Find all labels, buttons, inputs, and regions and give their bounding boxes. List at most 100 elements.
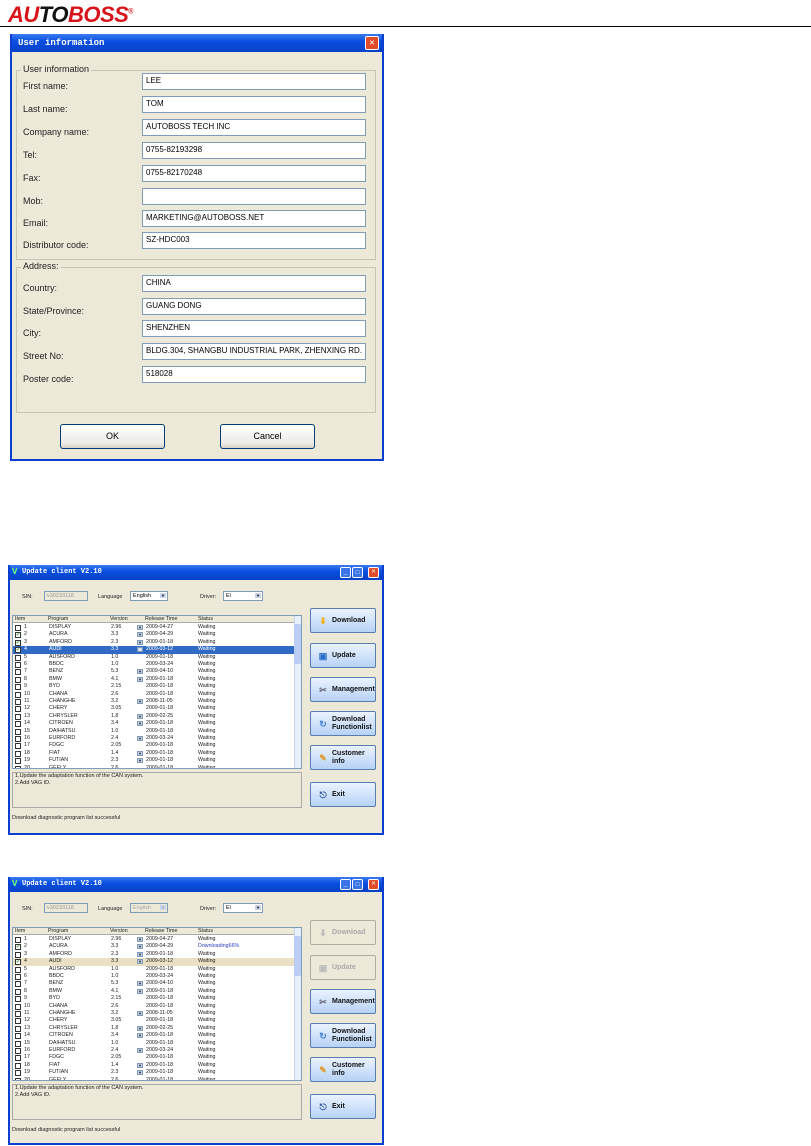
checkbox[interactable]	[15, 1048, 21, 1054]
version-dropdown-icon[interactable]: ▼	[137, 1033, 143, 1039]
button-management[interactable]: ✂ Management	[310, 989, 376, 1014]
table-row[interactable]: 20 GEELY 2.6 2009-01-18 Waiting	[13, 765, 295, 768]
table-row[interactable]: 5 AUSFORD 1.0 2009-01-18 Waiting	[13, 966, 295, 973]
maximize-icon[interactable]: □	[352, 879, 363, 890]
button-exit[interactable]: ⎋ Exit	[310, 782, 376, 807]
checkbox[interactable]	[15, 721, 21, 728]
address-input-4[interactable]: 518028	[142, 366, 366, 383]
table-row[interactable]: 10 CHANA 2.6 2009-01-18 Waiting	[13, 1003, 295, 1010]
checkbox[interactable]	[15, 743, 21, 750]
version-dropdown-icon[interactable]: ▼	[137, 713, 143, 719]
version-dropdown-icon[interactable]: ▼	[137, 736, 143, 741]
checkbox[interactable]	[15, 1018, 21, 1025]
address-input-2[interactable]: SHENZHEN	[142, 320, 366, 337]
table-row[interactable]: 19 FUTIAN 2.3 ▼ 2009-01-18 Waiting	[13, 757, 295, 765]
table-row[interactable]: 8 BMW 4.1 ▼ 2009-01-18 Waiting	[13, 676, 295, 683]
version-dropdown-icon[interactable]: ▼	[137, 944, 143, 950]
version-dropdown-icon[interactable]: ▼	[137, 699, 143, 704]
table-row[interactable]: 10 CHANA 2.6 2009-01-18 Waiting	[13, 691, 295, 698]
table-row[interactable]: 17 FDGC 2.05 2009-01-18 Waiting	[13, 1054, 295, 1062]
checkbox[interactable]	[15, 1062, 21, 1069]
checkbox[interactable]	[15, 750, 21, 757]
button-customer-info[interactable]: ✎ Customer info	[310, 745, 376, 770]
field-input-4[interactable]: 0755-82170248	[142, 165, 366, 182]
table-row[interactable]: 5 AUSFORD 1.0 2009-01-18 Waiting	[13, 654, 295, 661]
version-dropdown-icon[interactable]: ▼	[137, 937, 143, 942]
button-customer-info[interactable]: ✎ Customer info	[310, 1057, 376, 1082]
minimize-icon[interactable]: _	[340, 879, 351, 890]
close-icon[interactable]: ✕	[368, 567, 379, 578]
checkbox[interactable]	[15, 676, 21, 683]
checkbox[interactable]	[15, 706, 21, 713]
version-dropdown-icon[interactable]: ▼	[137, 758, 143, 764]
maximize-icon[interactable]: □	[352, 567, 363, 578]
version-dropdown-icon[interactable]: ▼	[137, 1011, 143, 1016]
version-dropdown-icon[interactable]: ▼	[137, 639, 143, 645]
address-input-1[interactable]: GUANG DONG	[142, 298, 366, 315]
table-row[interactable]: 12 CHERY 3.05 2009-01-18 Waiting	[13, 705, 295, 713]
version-dropdown-icon[interactable]: ▼	[137, 1048, 143, 1053]
table-row[interactable]: 9 BYD 2.15 2009-01-18 Waiting	[13, 995, 295, 1003]
table-row[interactable]: ✔ 2 ACURA 3.3 ▼ 2009-04-29 Waiting	[13, 631, 295, 639]
table-row[interactable]: ✔ 4 AUDI 3.3 ▼ 2009-03-12 Waiting	[13, 958, 295, 966]
checkbox[interactable]	[15, 1003, 21, 1010]
version-dropdown-icon[interactable]: ▼	[137, 676, 143, 682]
table-row[interactable]: 18 FIAT 1.4 ▼ 2009-01-18 Waiting	[13, 750, 295, 757]
table-row[interactable]: 14 CITROEN 3.4 ▼ 2009-01-18 Waiting	[13, 720, 295, 728]
table-row[interactable]: ✔ 2 ACURA 3.3 ▼ 2009-04-29 Downloading66%	[13, 943, 295, 951]
checkbox[interactable]	[15, 758, 21, 765]
table-row[interactable]: 1 DISPLAY 2.96 ▼ 2009-04-27 Waiting	[13, 936, 295, 943]
table-row[interactable]: ✔ 4 AUDI 3.3 ▼ 2009-03-12 Waiting	[13, 646, 295, 654]
table-row[interactable]: 16 EURFORD 2.4 ▼ 2009-03-24 Waiting	[13, 735, 295, 742]
checkbox[interactable]	[15, 951, 21, 958]
table-row[interactable]: 20 GEELY 2.6 2009-01-18 Waiting	[13, 1077, 295, 1080]
checkbox[interactable]	[15, 691, 21, 698]
version-dropdown-icon[interactable]: ▼	[137, 750, 143, 756]
table-row[interactable]: 13 CHRYSLER 1.8 ▼ 2009-02-25 Waiting	[13, 1025, 295, 1032]
table-row[interactable]: 15 DAIHATSU 1.0 2009-01-18 Waiting	[13, 728, 295, 735]
table-row[interactable]: 11 CHANGHE 3.2 ▼ 2008-11-05 Waiting	[13, 698, 295, 705]
checkbox[interactable]	[15, 654, 21, 661]
checkbox[interactable]: ✔	[15, 632, 21, 639]
field-input-3[interactable]: 0755-82193298	[142, 142, 366, 159]
checkbox[interactable]	[15, 1011, 21, 1017]
checkbox[interactable]	[15, 1077, 21, 1080]
checkbox[interactable]: ✔	[15, 944, 21, 951]
close-icon[interactable]: ✕	[368, 879, 379, 890]
field-input-6[interactable]: MARKETING@AUTOBOSS.NET	[142, 210, 366, 227]
checkbox[interactable]	[15, 996, 21, 1003]
version-dropdown-icon[interactable]: ▼	[137, 625, 143, 630]
checkbox[interactable]	[15, 736, 21, 742]
version-dropdown-icon[interactable]: ▼	[137, 721, 143, 727]
table-row[interactable]: 13 CHRYSLER 1.8 ▼ 2009-02-25 Waiting	[13, 713, 295, 720]
checkbox[interactable]	[15, 974, 21, 980]
driver-select[interactable]: E\ ▼	[223, 903, 263, 913]
version-dropdown-icon[interactable]: ▼	[137, 669, 143, 675]
address-input-3[interactable]: BLDG.304, SHANGBU INDUSTRIAL PARK, ZHENX…	[142, 343, 366, 360]
scrollbar-thumb[interactable]	[294, 936, 301, 976]
checkbox[interactable]	[15, 713, 21, 720]
minimize-icon[interactable]: _	[340, 567, 351, 578]
table-row[interactable]: 7 BENZ 5.3 ▼ 2009-04-10 Waiting	[13, 668, 295, 676]
table-row[interactable]: 9 BYD 2.15 2009-01-18 Waiting	[13, 683, 295, 691]
table-row[interactable]: 7 BENZ 5.3 ▼ 2009-04-10 Waiting	[13, 980, 295, 988]
version-dropdown-icon[interactable]: ▼	[137, 951, 143, 957]
checkbox[interactable]: ✔	[15, 647, 21, 654]
checkbox[interactable]	[15, 1033, 21, 1040]
checkbox[interactable]	[15, 662, 21, 668]
version-dropdown-icon[interactable]: ▼	[137, 1062, 143, 1068]
checkbox[interactable]	[15, 765, 21, 768]
ok-button[interactable]: OK	[60, 424, 165, 449]
language-select[interactable]: English ▼	[130, 591, 168, 601]
checkbox[interactable]	[15, 966, 21, 973]
close-icon[interactable]: ✕	[365, 36, 379, 50]
version-dropdown-icon[interactable]: ▼	[137, 1070, 143, 1076]
checkbox[interactable]	[15, 625, 21, 631]
checkbox[interactable]	[15, 669, 21, 676]
field-input-5[interactable]	[142, 188, 366, 205]
table-row[interactable]: 17 FDGC 2.05 2009-01-18 Waiting	[13, 742, 295, 750]
checkbox[interactable]	[15, 684, 21, 691]
checkbox[interactable]	[15, 699, 21, 705]
button-download-functionlist[interactable]: ↻ Download Functionlist	[310, 711, 376, 736]
table-row[interactable]: 12 CHERY 3.05 2009-01-18 Waiting	[13, 1017, 295, 1025]
